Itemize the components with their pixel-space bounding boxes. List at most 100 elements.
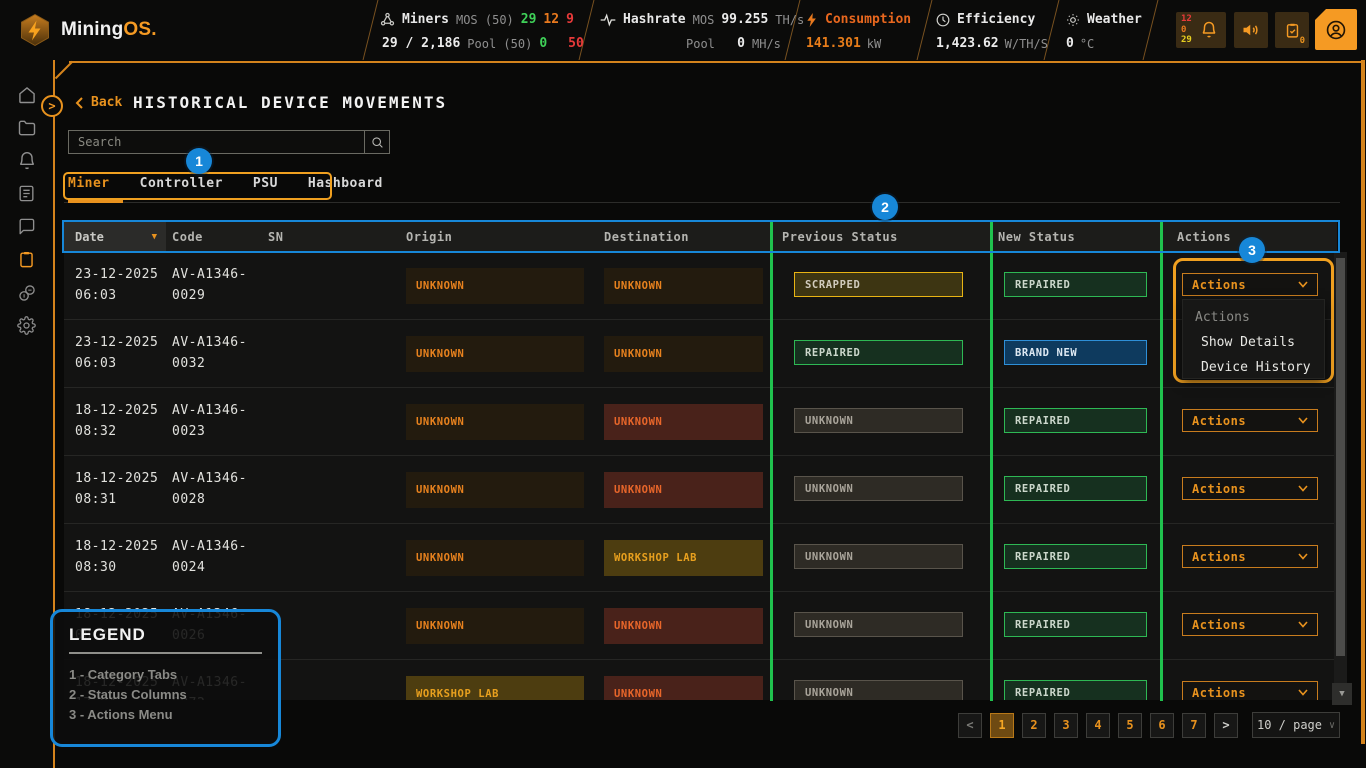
page-size-select[interactable]: 10 / page∨ <box>1252 712 1340 738</box>
date-value: 18-12-2025 <box>75 400 158 421</box>
previous-status-badge: SCRAPPED <box>794 272 963 297</box>
annotation-line-new-status-right <box>1160 221 1163 701</box>
row-actions-dropdown-button[interactable]: Actions <box>1182 545 1318 568</box>
previous-status-badge: UNKNOWN <box>794 680 963 700</box>
table-row: 23-12-202506:03AV-A1346-0032UNKNOWNUNKNO… <box>64 320 1337 388</box>
pulse-icon <box>600 13 616 27</box>
sidebar-item-reports[interactable] <box>0 177 53 210</box>
hashrate-pool-value: 0 <box>727 36 745 51</box>
cell-date: 18-12-202508:32 <box>75 400 158 442</box>
pagination-page-7[interactable]: 7 <box>1182 713 1206 738</box>
back-label: Back <box>91 95 122 110</box>
hashrate-stat: Hashrate MOS 99.255 TH/s Pool 0 MH/s <box>600 0 780 60</box>
nodes-icon <box>380 12 395 27</box>
code-line2: 0023 <box>172 421 247 442</box>
chevron-down-icon: ∨ <box>1329 720 1335 731</box>
bell-icon <box>17 151 37 171</box>
pagination-page-1[interactable]: 1 <box>990 713 1014 738</box>
brand: MiningOS. <box>18 13 157 47</box>
origin-badge: UNKNOWN <box>406 404 584 440</box>
cell-code: AV-A1346-0024 <box>172 536 247 578</box>
pagination: <1234567 >10 / page∨ <box>958 712 1340 738</box>
search-input[interactable] <box>68 130 365 154</box>
origin-badge: UNKNOWN <box>406 472 584 508</box>
row-actions-dropdown-button[interactable]: Actions <box>1182 613 1318 636</box>
sidebar-item-messages[interactable] <box>0 210 53 243</box>
scrollbar-down-arrow[interactable]: ▼ <box>1332 683 1352 705</box>
pagination-next-button[interactable]: > <box>1214 713 1238 738</box>
legend-divider <box>69 652 262 654</box>
origin-badge: UNKNOWN <box>406 268 584 304</box>
row-actions-dropdown-button[interactable]: Actions <box>1182 681 1318 700</box>
chevron-down-icon <box>1298 689 1308 696</box>
miners-mos-label: MOS (50) <box>456 13 514 27</box>
menu-item-device-history[interactable]: Device History <box>1183 355 1324 380</box>
pagination-prev-button[interactable]: < <box>958 713 982 738</box>
back-button[interactable]: Back <box>75 95 122 110</box>
weather-value: 0 <box>1066 36 1074 51</box>
sun-icon <box>1066 13 1080 27</box>
new-status-badge: REPAIRED <box>1004 544 1147 569</box>
table-row: 23-12-202506:03 AV-A1346-0029 UNKNOWN UNKNO… <box>64 252 1337 320</box>
table-scrollbar-thumb[interactable] <box>1336 258 1345 656</box>
sidebar-item-tokens[interactable] <box>0 276 53 309</box>
sidebar-item-alerts[interactable] <box>0 144 53 177</box>
pagination-page-5[interactable]: 5 <box>1118 713 1142 738</box>
annotation-box-tabs <box>63 172 332 200</box>
destination-badge: UNKNOWN <box>604 676 763 700</box>
table-row: 18-12-202508:31AV-A1346-0028UNKNOWNUNKNO… <box>64 456 1337 524</box>
time-value: 08:32 <box>75 421 158 442</box>
time-value: 06:03 <box>75 285 158 306</box>
pagination-page-4[interactable]: 4 <box>1086 713 1110 738</box>
time-value: 08:30 <box>75 557 158 578</box>
code-line1: AV-A1346- <box>172 264 247 285</box>
code-line2: 0024 <box>172 557 247 578</box>
bolt-icon <box>806 13 818 27</box>
pagination-page-6[interactable]: 6 <box>1150 713 1174 738</box>
annotation-marker-3: 3 <box>1239 237 1265 263</box>
code-line1: AV-A1346- <box>172 400 247 421</box>
row-actions-dropdown-button[interactable]: Actions <box>1182 477 1318 500</box>
audio-button[interactable] <box>1234 12 1268 48</box>
chevron-down-icon <box>1298 417 1308 424</box>
search-button[interactable] <box>364 130 390 154</box>
sidebar-expand-button[interactable]: > <box>41 95 63 117</box>
mining-os-app: MiningOS. Miners MOS (50) 29 12 9 <box>0 0 1366 768</box>
tasks-button[interactable]: 0 <box>1275 12 1309 48</box>
new-status-badge: BRAND NEW <box>1004 340 1147 365</box>
miners-ok-count: 29 <box>521 12 537 27</box>
row-actions-dropdown-button[interactable]: Actions <box>1182 409 1318 432</box>
consumption-label: Consumption <box>825 12 911 27</box>
cell-date: 23-12-202506:03 <box>75 264 158 306</box>
origin-badge: UNKNOWN <box>406 608 584 644</box>
cell-date: 18-12-202508:30 <box>75 536 158 578</box>
clipboard-icon <box>17 250 36 269</box>
destination-badge: UNKNOWN <box>604 268 763 304</box>
cell-code: AV-A1346-0023 <box>172 400 247 442</box>
profile-button[interactable] <box>1315 9 1357 50</box>
row-actions-label: Actions <box>1192 618 1246 632</box>
pagination-page-2[interactable]: 2 <box>1022 713 1046 738</box>
efficiency-value: 1,423.62 <box>936 36 999 51</box>
cell-code: AV-A1346-0032 <box>172 332 247 374</box>
previous-status-badge: UNKNOWN <box>794 544 963 569</box>
tasks-badge: 0 <box>1300 36 1305 46</box>
hashrate-mos-value: 99.255 <box>721 12 768 27</box>
legend-title: LEGEND <box>69 625 278 645</box>
code-line2: 0029 <box>172 285 247 306</box>
time-value: 08:31 <box>75 489 158 510</box>
tabs-divider <box>64 202 1340 203</box>
notifications-button[interactable]: 12 0 29 <box>1176 12 1226 48</box>
consumption-stat: Consumption 141.301 kW <box>806 0 921 60</box>
miners-stat: Miners MOS (50) 29 12 9 29 / 2,186 Pool … <box>380 0 585 60</box>
hashrate-label: Hashrate <box>623 12 686 27</box>
sidebar-item-settings[interactable] <box>0 309 53 342</box>
row-actions-label: Actions <box>1192 686 1246 700</box>
sidebar-item-files[interactable] <box>0 111 53 144</box>
brand-name: MiningOS. <box>61 19 157 41</box>
menu-item-show-details[interactable]: Show Details <box>1183 330 1324 355</box>
row-actions-label: Actions <box>1192 550 1246 564</box>
tokens-icon <box>17 283 37 303</box>
sidebar-item-inventory[interactable] <box>0 243 53 276</box>
pagination-page-3[interactable]: 3 <box>1054 713 1078 738</box>
